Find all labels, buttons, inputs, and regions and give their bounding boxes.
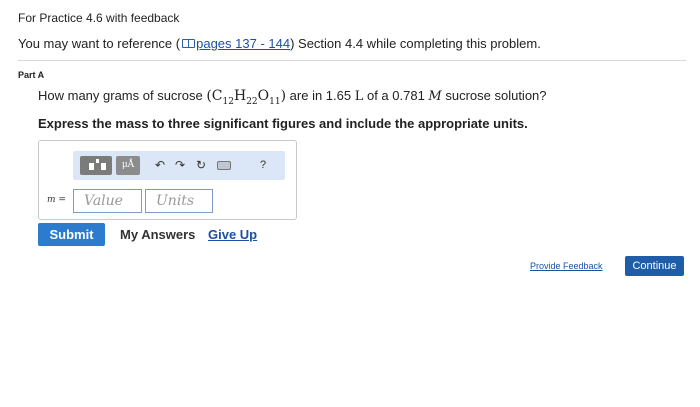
page-title: For Practice 4.6 with feedback <box>18 11 180 25</box>
units-icon[interactable]: μÅ <box>116 156 140 175</box>
reference-pages-link[interactable]: pages 137 - 144 <box>196 36 290 51</box>
question-text: How many grams of sucrose (C12H22O11) ar… <box>38 88 547 107</box>
provide-feedback-link[interactable]: Provide Feedback <box>530 261 603 271</box>
answer-toolbar: μÅ ↶ ↷ ↻ ? <box>73 151 285 180</box>
book-icon <box>182 39 196 48</box>
units-input[interactable] <box>145 189 213 213</box>
reference-prefix: You may want to reference ( <box>18 36 181 51</box>
reset-icon[interactable]: ↻ <box>196 158 206 172</box>
question-text-after: sucrose solution? <box>441 88 547 103</box>
question-text-before: How many grams of sucrose <box>38 88 207 103</box>
formula-o: O <box>257 88 270 104</box>
give-up-link[interactable]: Give Up <box>208 227 257 242</box>
equals-sign: = <box>55 195 66 205</box>
my-answers-label: My Answers <box>120 227 196 242</box>
formula-h: H <box>233 88 247 104</box>
templates-icon[interactable] <box>80 156 112 175</box>
value-input[interactable] <box>73 189 142 213</box>
formula-c: (C <box>206 88 223 104</box>
formula-sub-o: 11 <box>269 96 281 107</box>
formula-sub-c: 12 <box>222 96 234 107</box>
answer-box: μÅ ↶ ↷ ↻ ? m = <box>38 140 297 220</box>
reference-line: You may want to reference ( pages 137 - 1… <box>18 36 541 51</box>
sucrose-formula: (C12H22O11) <box>206 88 286 107</box>
keyboard-icon[interactable] <box>217 161 231 170</box>
continue-button[interactable]: Continue <box>625 256 684 276</box>
part-label: Part A <box>18 70 45 80</box>
submit-button[interactable]: Submit <box>38 223 105 246</box>
redo-icon[interactable]: ↷ <box>175 158 185 172</box>
formula-sub-h: 22 <box>246 96 258 107</box>
mass-variable-label: m = <box>47 195 66 205</box>
mass-variable: m <box>47 195 56 205</box>
instruction-text: Express the mass to three significant fi… <box>38 116 528 131</box>
unit-molar: M <box>428 89 442 104</box>
undo-icon[interactable]: ↶ <box>155 158 165 172</box>
help-icon[interactable]: ? <box>260 158 266 172</box>
question-text-middle: are in 1.65 <box>286 88 355 103</box>
question-text-middle2: of a 0.781 <box>363 88 429 103</box>
reference-suffix: ) Section 4.4 while completing this prob… <box>290 36 541 51</box>
divider <box>18 60 686 61</box>
